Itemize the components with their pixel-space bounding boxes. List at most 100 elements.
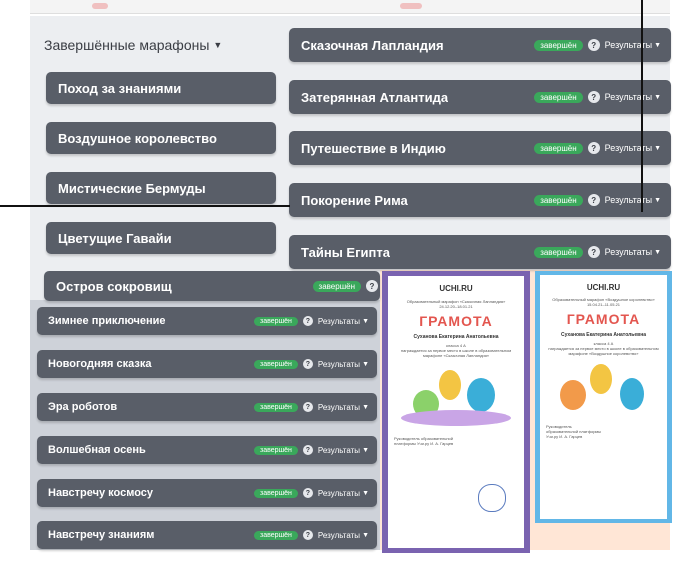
help-icon[interactable]: ? (302, 530, 313, 540)
marathon-meta: завершён ? Результаты ▼ (254, 445, 369, 455)
annotation-line-vertical (641, 0, 643, 212)
help-icon[interactable]: ? (587, 246, 600, 258)
marathon-card[interactable]: Новогодняя сказка завершён ? Результаты ▼ (37, 350, 377, 378)
help-icon[interactable]: ? (587, 39, 600, 51)
marathon-title: Новогодняя сказка (48, 358, 152, 370)
marathon-title: Путешествие в Индию (301, 140, 446, 156)
marathon-title: Цветущие Гавайи (58, 230, 172, 246)
marathon-card[interactable]: Эра роботов завершён ? Результаты ▼ (37, 393, 377, 421)
results-dropdown[interactable]: Результаты ▼ (318, 360, 369, 369)
results-label: Результаты (604, 195, 653, 205)
marathon-card[interactable]: Навстречу знаниям завершён ? Результаты ▼ (37, 521, 377, 549)
help-icon[interactable]: ? (302, 445, 313, 455)
left-margin (0, 0, 30, 566)
certificate: UCHI.RU Образовательный марафон «Сказочн… (388, 276, 524, 548)
chevron-down-icon: ▼ (362, 446, 369, 454)
chevron-down-icon: ▼ (362, 489, 369, 497)
help-icon[interactable]: ? (587, 142, 600, 154)
certificate-signature: Руководитель образовательной платформы У… (546, 424, 602, 439)
marathon-title: Мистические Бермуды (58, 180, 206, 196)
marathon-card[interactable]: Поход за знаниями (46, 72, 276, 104)
help-icon[interactable]: ? (302, 488, 313, 498)
marathon-card[interactable]: Волшебная осень завершён ? Результаты ▼ (37, 436, 377, 464)
marathon-meta: завершён ? Результаты ▼ (254, 316, 369, 326)
results-dropdown[interactable]: Результаты ▼ (318, 317, 369, 326)
chevron-down-icon: ▼ (362, 403, 369, 411)
marathon-card[interactable]: Остров сокровищ завершён ? (44, 271, 380, 301)
results-dropdown[interactable]: Результаты ▼ (605, 143, 661, 153)
help-icon[interactable]: ? (302, 359, 313, 369)
top-strip-mark (400, 3, 422, 9)
marathon-card[interactable]: Путешествие в Индию завершён ? Результат… (289, 131, 671, 165)
marathon-card[interactable]: Сказочная Лапландия завершён ? Результат… (289, 28, 671, 62)
marathon-meta: завершён ? Результаты ▼ (254, 488, 369, 498)
help-icon[interactable]: ? (587, 194, 600, 206)
results-dropdown[interactable]: Результаты ▼ (318, 531, 369, 540)
results-dropdown[interactable]: Результаты ▼ (605, 195, 661, 205)
completed-marathons-dropdown[interactable]: Завершённые марафоны ▼ (44, 37, 222, 53)
certificate-frame[interactable]: UCHI.RU Образовательный марафон «Сказочн… (382, 271, 530, 553)
results-label: Результаты (604, 143, 653, 153)
status-badge: завершён (534, 91, 583, 103)
certificate-award: награждается за первое место в школе в о… (400, 348, 512, 358)
medal-illustration (438, 370, 461, 400)
results-label: Результаты (317, 445, 361, 455)
chevron-down-icon: ▼ (362, 360, 369, 368)
results-label: Результаты (317, 488, 361, 498)
medal-illustration (590, 364, 613, 394)
results-label: Результаты (317, 530, 361, 540)
certificate-award: награждается за первое место в школе в о… (548, 346, 659, 356)
results-dropdown[interactable]: Результаты ▼ (605, 40, 661, 50)
top-strip (30, 0, 670, 14)
marathon-title: Остров сокровищ (56, 278, 172, 294)
marathon-title: Сказочная Лапландия (301, 37, 444, 53)
status-badge: завершён (254, 530, 298, 540)
marathon-card[interactable]: Цветущие Гавайи (46, 222, 276, 254)
marathon-meta: завершён ? Результаты ▼ (534, 246, 661, 258)
annotation-line-horizontal (0, 205, 290, 207)
results-label: Результаты (604, 92, 653, 102)
results-dropdown[interactable]: Результаты ▼ (318, 489, 369, 498)
marathon-meta: завершён ? Результаты ▼ (254, 359, 369, 369)
certificate-name: Суханова Екатерина Анатольевна (413, 334, 499, 340)
help-icon[interactable]: ? (366, 280, 378, 292)
chevron-down-icon: ▼ (213, 40, 223, 50)
chevron-down-icon: ▼ (362, 317, 369, 325)
marathon-meta: завершён ? Результаты ▼ (254, 530, 369, 540)
marathon-title: Воздушное королевство (58, 130, 217, 146)
marathon-card[interactable]: Навстречу космосу завершён ? Результаты ▼ (37, 479, 377, 507)
marathon-card[interactable]: Тайны Египта завершён ? Результаты ▼ (289, 235, 671, 269)
results-dropdown[interactable]: Результаты ▼ (605, 247, 661, 257)
marathon-card[interactable]: Покорение Рима завершён ? Результаты ▼ (289, 183, 671, 217)
status-badge: завершён (254, 445, 298, 455)
certificate-frame[interactable]: UCHI.RU Образовательный марафон «Воздушн… (535, 271, 672, 523)
marathon-card[interactable]: Мистические Бермуды (46, 172, 276, 204)
results-label: Результаты (317, 316, 361, 326)
chevron-down-icon: ▼ (654, 93, 661, 101)
certificate-dates: 24.12.20–18.01.21 (439, 304, 473, 309)
certificate: UCHI.RU Образовательный марафон «Воздушн… (540, 275, 667, 519)
results-label: Результаты (604, 247, 653, 257)
marathon-card[interactable]: Затерянная Атлантида завершён ? Результа… (289, 80, 671, 114)
status-badge: завершён (254, 359, 298, 369)
help-icon[interactable]: ? (587, 91, 600, 103)
certificate-title: ГРАМОТА (419, 313, 493, 329)
help-icon[interactable]: ? (302, 316, 313, 326)
chevron-down-icon: ▼ (654, 196, 661, 204)
results-dropdown[interactable]: Результаты ▼ (318, 403, 369, 412)
status-badge: завершён (312, 280, 361, 292)
uchi-logo: UCHI.RU (586, 283, 621, 292)
uchi-logo: UCHI.RU (439, 284, 473, 293)
top-strip-mark (92, 3, 108, 9)
character-illustration (466, 378, 495, 412)
help-icon[interactable]: ? (302, 402, 313, 412)
results-dropdown[interactable]: Результаты ▼ (605, 92, 661, 102)
status-badge: завершён (534, 246, 583, 258)
marathon-title: Поход за знаниями (58, 80, 182, 96)
marathon-card[interactable]: Воздушное королевство (46, 122, 276, 154)
status-badge: завершён (534, 194, 583, 206)
marathon-title: Навстречу космосу (48, 487, 154, 499)
marathon-card[interactable]: Зимнее приключение завершён ? Результаты… (37, 307, 377, 335)
results-dropdown[interactable]: Результаты ▼ (318, 446, 369, 455)
ground-illustration (400, 410, 511, 426)
